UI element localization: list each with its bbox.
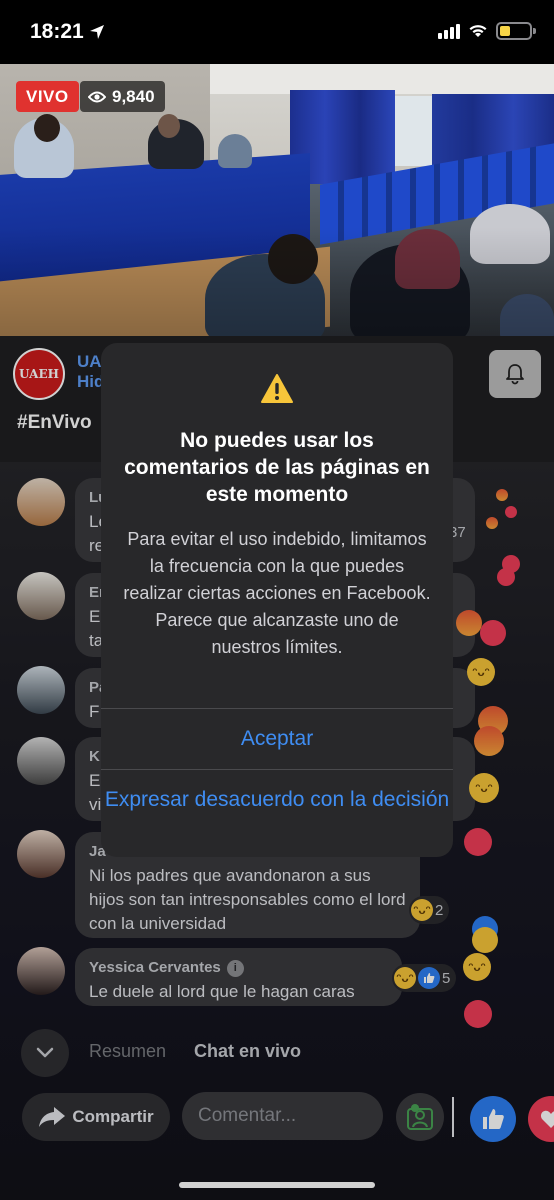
dialog-title: No puedes usar los comentarios de las pá…: [124, 429, 430, 506]
eye-icon: [88, 91, 106, 102]
dialog-message: Para evitar el uso indebido, limitamos l…: [123, 529, 431, 657]
viewer-count-badge: 9,840: [80, 81, 165, 112]
divider: [101, 769, 453, 770]
accept-button[interactable]: Aceptar: [101, 725, 453, 752]
warning-icon: [261, 374, 293, 403]
viewer-count: 9,840: [112, 86, 155, 106]
location-arrow-icon: [90, 25, 104, 39]
status-time: 18:21: [30, 20, 84, 43]
status-bar: 18:21: [0, 0, 554, 64]
signal-icon: [438, 23, 460, 39]
disagree-button[interactable]: Expresar desacuerdo con la decisión: [101, 786, 453, 813]
divider: [101, 708, 453, 709]
wifi-icon: [469, 25, 487, 37]
live-badge: VIVO: [16, 81, 79, 112]
rate-limit-dialog: No puedes usar los comentarios de las pá…: [101, 343, 453, 857]
battery-icon: [496, 22, 536, 40]
status-icons: [438, 22, 536, 40]
